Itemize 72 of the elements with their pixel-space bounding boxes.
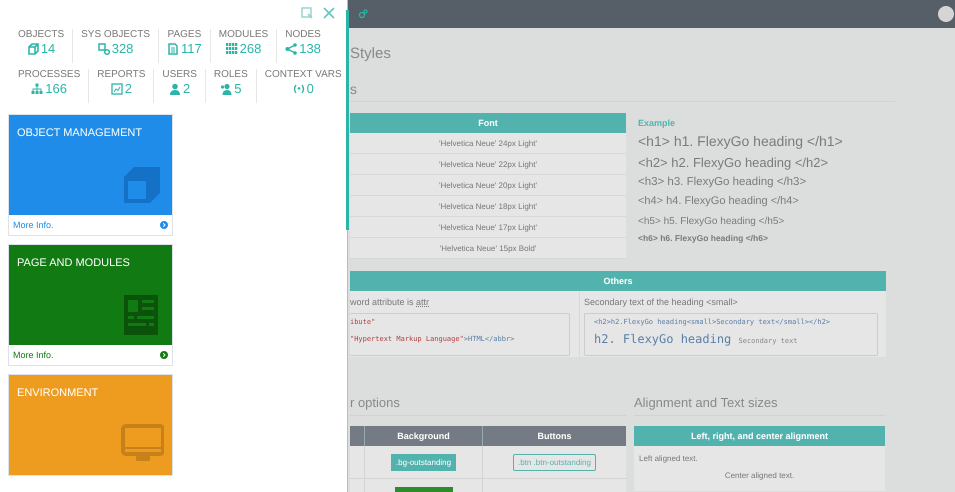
page-title: Styles: [350, 45, 392, 64]
tile-title: OBJECT MANAGEMENT: [17, 127, 144, 139]
share-icon: [285, 42, 298, 54]
users-icon: [220, 82, 232, 94]
stat-label: NODES: [285, 29, 321, 40]
tile-background[interactable]: PAGE AND MODULES: [9, 245, 172, 345]
chevron-circle-icon[interactable]: [160, 351, 168, 359]
stat-label: REPORTS: [97, 69, 146, 80]
stat-count[interactable]: 328: [112, 41, 134, 56]
table-cell: 'Helvetica Neue' 17px Light': [350, 217, 626, 238]
stat-count[interactable]: 0: [306, 81, 314, 96]
section-title: Alignment and Text sizes: [634, 395, 779, 410]
heading-sample: <h4> h4. FlexyGo heading </h4>: [638, 195, 800, 207]
stat-count[interactable]: 117: [181, 41, 202, 56]
color-swatch: .bg-outstanding: [390, 454, 456, 470]
column-header: Buttons: [482, 426, 626, 446]
tile-background[interactable]: ENVIRONMENT: [9, 375, 172, 475]
table-cell: 'Helvetica Neue' 18px Light': [350, 196, 626, 217]
user-icon: [169, 82, 182, 94]
tile-background[interactable]: OBJECT MANAGEMENT: [9, 115, 172, 215]
grid-icon: [226, 42, 238, 54]
section-title: s: [350, 81, 358, 97]
heading-sample: <h2> h2. FlexyGo heading </h2>: [638, 155, 830, 170]
avatar[interactable]: [938, 6, 954, 22]
table-cell: 'Helvetica Neue' 24px Light': [350, 133, 626, 154]
shapes-icon: [98, 42, 110, 54]
stat-label: USERS: [162, 69, 197, 80]
section-title: r options: [350, 395, 401, 410]
stat-count[interactable]: 166: [45, 81, 67, 96]
stat-count[interactable]: 5: [234, 81, 242, 96]
column-header: Font: [350, 113, 626, 133]
close-icon[interactable]: [323, 7, 335, 19]
stat-count[interactable]: 268: [240, 41, 262, 56]
tile-title: ENVIRONMENT: [17, 387, 100, 399]
table-header: Others: [350, 271, 886, 291]
aligned-text: Left aligned text.: [639, 454, 699, 463]
table-cell: 'Helvetica Neue' 22px Light': [350, 154, 626, 175]
stat-label: MODULES: [218, 29, 268, 40]
heading-sample: <h3> h3. FlexyGo heading </h3>: [638, 176, 808, 188]
heading-sample: <h6> h6. FlexyGo heading </h6>: [638, 233, 769, 243]
sitemap-icon: [31, 82, 44, 94]
aligned-text: Center aligned text.: [724, 471, 796, 480]
abbreviation: attr: [416, 297, 430, 307]
more-info-link[interactable]: More Info.: [13, 220, 54, 230]
stat-label: PAGES: [168, 29, 202, 40]
heading-sample: <h5> h5. FlexyGo heading </h5>: [638, 216, 786, 227]
stat-count[interactable]: 138: [299, 41, 321, 56]
stat-count[interactable]: 2: [124, 81, 132, 96]
tile-title: PAGE AND MODULES: [17, 257, 131, 269]
more-info-link[interactable]: More Info.: [13, 350, 54, 360]
stat-label: CONTEXT VARS: [264, 69, 342, 80]
table-header: Left, right, and center alignment: [634, 426, 885, 446]
variable-icon: [292, 82, 305, 94]
table-cell: 'Helvetica Neue' 20px Light': [350, 175, 626, 196]
heading-sample: <h1> h1. FlexyGo heading </h1>: [638, 133, 843, 149]
example-label: Example: [638, 118, 676, 128]
description-text: Secondary text of the heading <small>: [584, 297, 738, 307]
chevron-circle-icon[interactable]: [160, 221, 168, 229]
stat-count[interactable]: 2: [183, 81, 190, 96]
chart-icon: [110, 82, 123, 94]
stat-label: SYS OBJECTS: [81, 29, 150, 40]
stat-count[interactable]: 14: [40, 41, 56, 56]
stat-label: OBJECTS: [18, 29, 64, 40]
column-header: [350, 426, 364, 446]
column-header: Background: [364, 426, 482, 446]
cube-icon: [26, 42, 39, 54]
document-icon: [167, 42, 180, 54]
outline-button[interactable]: .btn .btn-outstanding: [513, 454, 596, 470]
stat-label: PROCESSES: [18, 69, 80, 80]
table-cell: 'Helvetica Neue' 15px Bold': [350, 238, 626, 259]
stat-label: ROLES: [214, 69, 248, 80]
description-text: word attribute is attr: [350, 297, 430, 307]
